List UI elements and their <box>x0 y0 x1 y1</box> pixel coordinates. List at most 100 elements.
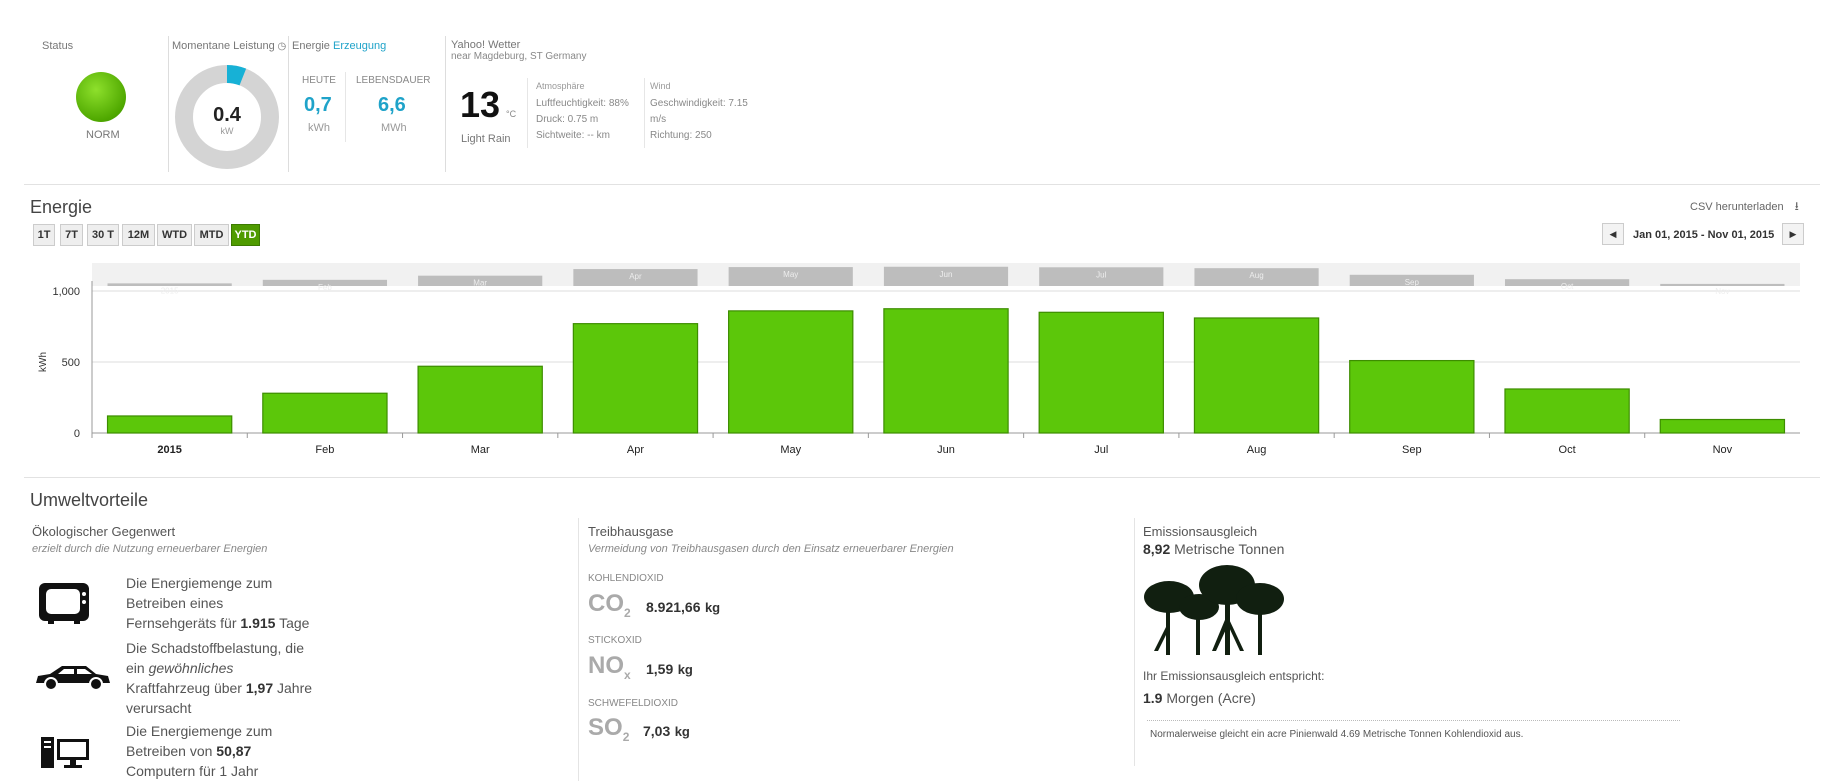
status-label: Status <box>42 40 74 52</box>
navigator-label: Jul <box>1096 270 1106 279</box>
range-button-mtd[interactable]: MTD <box>194 224 229 246</box>
date-prev-button[interactable]: ◀ <box>1602 223 1624 245</box>
nox-caption: STICKOXID <box>588 635 642 646</box>
status-indicator-icon <box>76 72 126 122</box>
y-tick-label: 1,000 <box>52 286 80 298</box>
emission-acres: 1.9 Morgen (Acre) <box>1143 690 1256 706</box>
computer-equivalent: Die Energiemenge zum Betreiben von 50,87… <box>126 723 273 779</box>
range-button-1t[interactable]: 1T <box>33 224 55 246</box>
chevron-left-icon: ◀ <box>1609 229 1617 239</box>
lifetime-label: LEBENSDAUER <box>356 75 431 86</box>
computer-icon <box>41 737 89 768</box>
atmosphere-title: Atmosphäre <box>536 81 585 91</box>
download-icon: ⭳ <box>1794 199 1799 213</box>
navigator-label: Sep <box>1405 278 1420 287</box>
range-button-12m[interactable]: 12M <box>122 224 155 246</box>
navigator-label: Aug <box>1249 271 1263 280</box>
power-unit: kW <box>220 126 234 136</box>
navigator-label: Oct <box>1561 282 1574 291</box>
wind-speed-unit: m/s <box>650 114 667 125</box>
so2-value: 7,03 kg <box>643 723 690 739</box>
weather-source: Yahoo! Wetter <box>451 39 521 51</box>
car-equivalent: Die Schadstoffbelastung, die ein gewöhnl… <box>126 640 313 716</box>
navigator-label: Nov <box>1715 287 1729 296</box>
navigator-label: Jun <box>940 270 953 279</box>
eco-title: Ökologischer Gegenwert <box>32 524 176 539</box>
chart-bar <box>728 310 854 434</box>
x-tick-label: 2015 <box>157 444 181 456</box>
x-tick-label: Aug <box>1247 444 1267 456</box>
range-button-wtd[interactable]: WTD <box>157 224 192 246</box>
nox-value: 1,59 kg <box>646 661 693 677</box>
chart-bar <box>262 392 388 434</box>
nox-formula: NOx <box>588 652 631 682</box>
today-value: 0,7 <box>304 94 332 116</box>
navigator-label: 2015 <box>161 286 179 295</box>
power-value: 0.4 <box>213 104 241 126</box>
co2-caption: KOHLENDIOXID <box>588 573 664 584</box>
energy-production-link[interactable]: Erzeugung <box>333 40 386 52</box>
trees-icon <box>1144 565 1284 655</box>
x-tick-label: Mar <box>471 444 490 456</box>
energie-title: Energie <box>30 197 93 217</box>
co2-value: 8.921,66 kg <box>646 599 721 615</box>
tv-equivalent: Die Energiemenge zum Betreiben eines Fer… <box>126 575 310 631</box>
date-next-button[interactable]: ▶ <box>1782 223 1804 245</box>
emission-amount: 8,92 Metrische Tonnen <box>1143 541 1285 557</box>
weather-condition: Light Rain <box>461 133 511 145</box>
emission-equiv-label: Ihr Emissionsausgleich entspricht: <box>1143 669 1325 683</box>
chart-bar <box>417 365 543 434</box>
chart-bar <box>1349 359 1475 434</box>
visibility: Sichtweite: -- km <box>536 130 610 141</box>
chart-bar <box>883 308 1009 434</box>
humidity: Luftfeuchtigkeit: 88% <box>536 98 629 109</box>
status-value: NORM <box>86 129 120 141</box>
today-label: HEUTE <box>302 75 336 86</box>
x-tick-label: Feb <box>315 444 334 456</box>
umwelt-title: Umweltvorteile <box>30 490 149 510</box>
chart-bar <box>1504 388 1630 434</box>
chart-bar <box>1659 418 1786 434</box>
chevron-right-icon: ▶ <box>1789 229 1797 239</box>
today-unit: kWh <box>308 122 330 134</box>
y-tick-label: 0 <box>74 428 80 440</box>
x-tick-label: Jun <box>937 444 955 456</box>
wind-direction: Richtung: 250 <box>650 130 712 141</box>
ghg-subtitle: Vermeidung von Treibhausgasen durch den … <box>588 543 954 555</box>
navigator-label: May <box>783 270 798 279</box>
so2-caption: SCHWEFELDIOXID <box>588 698 679 709</box>
navigator-label: Mar <box>473 279 487 288</box>
emission-title: Emissionsausgleich <box>1143 524 1258 539</box>
wind-speed: Geschwindigkeit: 7.15 <box>650 98 748 109</box>
clock-icon: ◷ <box>274 41 287 52</box>
x-tick-label: Nov <box>1713 444 1733 456</box>
lifetime-unit: MWh <box>381 122 407 134</box>
energy-label: Energie Erzeugung <box>292 40 387 52</box>
power-label: Momentane Leistung ◷ <box>172 40 287 52</box>
csv-download-link[interactable]: CSV herunterladen ⭳ <box>1690 197 1799 218</box>
x-tick-label: May <box>780 444 801 456</box>
emission-note: Normalerweise gleicht ein acre Pinienwal… <box>1150 729 1524 740</box>
tv-icon <box>39 583 89 624</box>
eco-subtitle: erzielt durch die Nutzung erneuerbarer E… <box>32 543 268 555</box>
range-button-ytd[interactable]: YTD <box>231 224 260 246</box>
pressure: Druck: 0.75 m <box>536 114 599 125</box>
chart-bar <box>106 415 233 434</box>
date-range: Jan 01, 2015 - Nov 01, 2015 <box>1633 229 1775 241</box>
x-tick-label: Sep <box>1402 444 1422 456</box>
weather-location: near Magdeburg, ST Germany <box>451 51 587 62</box>
range-button-7t[interactable]: 7T <box>60 224 83 246</box>
x-tick-label: Oct <box>1559 444 1576 456</box>
x-tick-label: Jul <box>1094 444 1108 456</box>
x-tick-label: Apr <box>627 444 644 456</box>
range-button-30t[interactable]: 30 T <box>87 224 119 246</box>
y-tick-label: 500 <box>62 357 80 369</box>
y-axis-label: kWh <box>38 352 49 372</box>
navigator-label: Feb <box>318 283 332 292</box>
ghg-title: Treibhausgase <box>588 524 674 539</box>
weather-temperature: 13 <box>460 84 501 125</box>
weather-temp-unit: °C <box>506 109 517 119</box>
navigator-label: Apr <box>629 272 642 281</box>
chart-bar <box>1193 317 1320 434</box>
chart-bar <box>1038 311 1164 434</box>
